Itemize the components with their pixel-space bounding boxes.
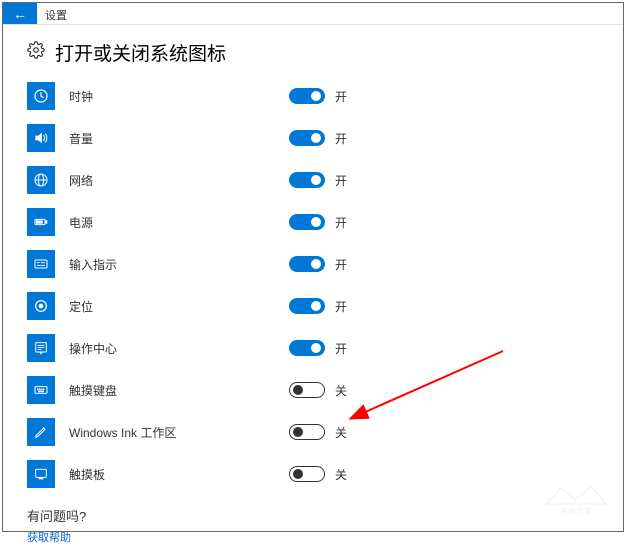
toggle-state-label: 开 xyxy=(335,214,347,231)
toggle-area: 开 xyxy=(289,172,347,189)
setting-label: 音量 xyxy=(69,130,269,147)
volume-icon xyxy=(27,124,55,152)
setting-label: 触摸板 xyxy=(69,466,269,483)
toggle-state-label: 开 xyxy=(335,256,347,273)
toggle-switch[interactable] xyxy=(289,382,325,398)
ink-icon xyxy=(27,418,55,446)
window-title: 设置 xyxy=(37,3,75,24)
content-area: 打开或关闭系统图标 时钟开音量开网络开电源开输入指示开定位开操作中心开触摸键盘关… xyxy=(3,25,623,553)
toggle-switch[interactable] xyxy=(289,466,325,482)
setting-row-touchpad: 触摸板 关 xyxy=(27,460,599,488)
ime-icon xyxy=(27,250,55,278)
setting-row-keyboard: 触摸键盘 关 xyxy=(27,376,599,404)
clock-icon xyxy=(27,82,55,110)
toggle-state-label: 开 xyxy=(335,298,347,315)
footer: 有问题吗? 获取帮助 xyxy=(27,506,599,545)
toggle-state-label: 开 xyxy=(335,130,347,147)
toggle-switch[interactable] xyxy=(289,298,325,314)
power-icon xyxy=(27,208,55,236)
toggle-area: 开 xyxy=(289,130,347,147)
setting-label: Windows Ink 工作区 xyxy=(69,424,269,441)
setting-label: 网络 xyxy=(69,172,269,189)
toggle-switch[interactable] xyxy=(289,214,325,230)
setting-label: 时钟 xyxy=(69,88,269,105)
setting-row-power: 电源 开 xyxy=(27,208,599,236)
settings-window: ← 设置 打开或关闭系统图标 时钟开音量开网络开电源开输入指示开定位开操作中心开… xyxy=(2,2,624,532)
toggle-area: 关 xyxy=(289,466,347,483)
toggle-area: 关 xyxy=(289,382,347,399)
toggle-area: 关 xyxy=(289,424,347,441)
gear-icon xyxy=(27,41,45,64)
toggle-switch[interactable] xyxy=(289,130,325,146)
get-help-link[interactable]: 获取帮助 xyxy=(27,529,599,545)
toggle-state-label: 开 xyxy=(335,88,347,105)
setting-row-network: 网络 开 xyxy=(27,166,599,194)
toggle-area: 开 xyxy=(289,340,347,357)
toggle-switch[interactable] xyxy=(289,172,325,188)
back-arrow-icon: ← xyxy=(13,6,27,22)
setting-row-location: 定位 开 xyxy=(27,292,599,320)
toggle-state-label: 关 xyxy=(335,382,347,399)
toggle-switch[interactable] xyxy=(289,424,325,440)
setting-row-ink: Windows Ink 工作区 关 xyxy=(27,418,599,446)
page-title: 打开或关闭系统图标 xyxy=(55,39,226,66)
setting-label: 输入指示 xyxy=(69,256,269,273)
touchpad-icon xyxy=(27,460,55,488)
toggle-area: 开 xyxy=(289,88,347,105)
location-icon xyxy=(27,292,55,320)
toggle-state-label: 关 xyxy=(335,424,347,441)
toggle-switch[interactable] xyxy=(289,88,325,104)
setting-label: 操作中心 xyxy=(69,340,269,357)
toggle-state-label: 关 xyxy=(335,466,347,483)
toggle-state-label: 开 xyxy=(335,172,347,189)
setting-label: 触摸键盘 xyxy=(69,382,269,399)
toggle-area: 开 xyxy=(289,214,347,231)
settings-list: 时钟开音量开网络开电源开输入指示开定位开操作中心开触摸键盘关Windows In… xyxy=(27,82,599,488)
page-header: 打开或关闭系统图标 xyxy=(27,39,599,66)
setting-row-clock: 时钟 开 xyxy=(27,82,599,110)
setting-row-ime: 输入指示 开 xyxy=(27,250,599,278)
titlebar: ← 设置 xyxy=(3,3,623,25)
keyboard-icon xyxy=(27,376,55,404)
back-button[interactable]: ← xyxy=(3,3,37,24)
toggle-state-label: 开 xyxy=(335,340,347,357)
action-icon xyxy=(27,334,55,362)
toggle-area: 开 xyxy=(289,298,347,315)
help-question: 有问题吗? xyxy=(27,506,599,525)
toggle-switch[interactable] xyxy=(289,256,325,272)
setting-label: 定位 xyxy=(69,298,269,315)
network-icon xyxy=(27,166,55,194)
setting-row-volume: 音量 开 xyxy=(27,124,599,152)
setting-row-action: 操作中心 开 xyxy=(27,334,599,362)
toggle-area: 开 xyxy=(289,256,347,273)
setting-label: 电源 xyxy=(69,214,269,231)
toggle-switch[interactable] xyxy=(289,340,325,356)
